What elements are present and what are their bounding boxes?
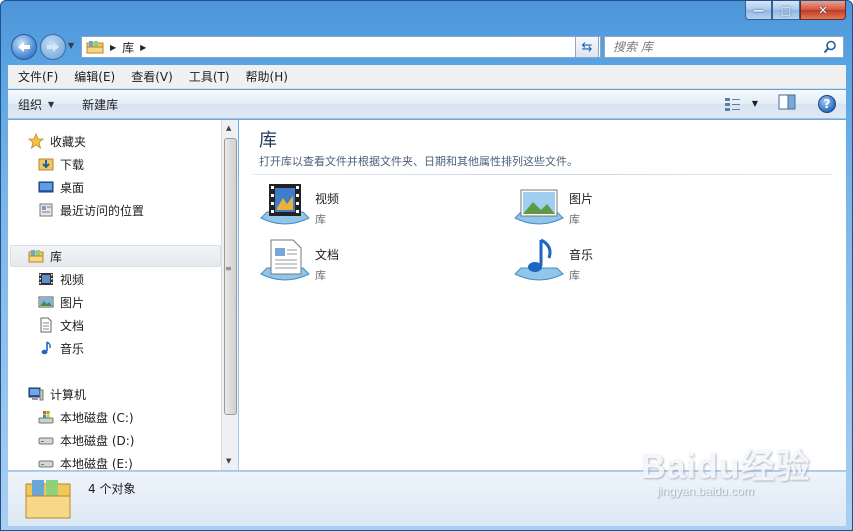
new-library-button[interactable]: 新建库 xyxy=(72,96,128,113)
tree-favorites[interactable]: 收藏夹 xyxy=(28,130,86,152)
libraries-icon xyxy=(86,41,104,54)
preview-pane-icon xyxy=(778,94,796,110)
libraries-folder-icon xyxy=(25,480,71,519)
navigation-bar: ▼ ▶ 库 ▶ ▼ ⇆ xyxy=(9,31,847,61)
navigation-scrollbar[interactable]: ▲ ≡ ▼ xyxy=(221,120,238,470)
library-type: 库 xyxy=(315,269,326,282)
tree-drive-d[interactable]: 本地磁盘 (D:) xyxy=(38,429,134,451)
tree-music[interactable]: 音乐 xyxy=(38,337,84,359)
search-box[interactable] xyxy=(604,36,844,58)
library-type: 库 xyxy=(569,269,580,282)
organize-button[interactable]: 组织 ▼ xyxy=(8,96,64,113)
breadcrumb-separator-icon[interactable]: ▶ xyxy=(110,43,116,52)
music-note-icon xyxy=(41,341,51,355)
scroll-grip-icon: ≡ xyxy=(225,264,232,273)
library-name: 视频 xyxy=(315,192,340,206)
command-bar: 组织 ▼ 新建库 ▼ ? xyxy=(8,90,846,119)
back-button[interactable] xyxy=(11,34,37,60)
library-name: 音乐 xyxy=(569,248,594,262)
watermark-logo: Baidu经验 xyxy=(641,448,811,486)
library-item-videos[interactable]: 视频 库 xyxy=(259,182,339,230)
forward-button[interactable] xyxy=(40,34,66,60)
navigation-pane: 收藏夹 下载 桌面 最近访问的位置 库 视频 图片 文档 音乐 计算机 本地磁盘… xyxy=(8,120,221,470)
item-count: 4 个对象 xyxy=(88,482,136,496)
star-icon xyxy=(28,133,44,149)
tree-drive-e[interactable]: 本地磁盘 (E:) xyxy=(38,452,133,470)
view-icon xyxy=(724,97,740,111)
new-library-label: 新建库 xyxy=(82,97,119,112)
toolbar-right: ▼ ? xyxy=(724,94,836,113)
forward-arrow-icon xyxy=(47,42,59,52)
tree-libraries[interactable]: 库 xyxy=(10,245,221,267)
downloads-folder-icon xyxy=(38,158,54,171)
close-button[interactable]: ✕ xyxy=(800,1,846,20)
tree-videos[interactable]: 视频 xyxy=(38,268,84,290)
caption-buttons: — □ ✕ xyxy=(745,1,846,20)
refresh-button[interactable]: ⇆ xyxy=(575,36,599,58)
menu-tools[interactable]: 工具(T) xyxy=(179,68,236,85)
content-pane: 库 打开库以查看文件并根据文件夹、日期和其他属性排列这些文件。 视频 库 图片 … xyxy=(239,120,846,470)
menu-edit[interactable]: 编辑(E) xyxy=(64,68,121,85)
page-description: 打开库以查看文件并根据文件夹、日期和其他属性排列这些文件。 xyxy=(259,155,578,168)
desktop-icon xyxy=(38,181,54,193)
search-icon[interactable] xyxy=(823,40,837,54)
video-library-icon xyxy=(260,184,310,225)
chevron-down-icon: ▼ xyxy=(48,99,55,109)
library-name: 图片 xyxy=(569,192,594,206)
computer-icon xyxy=(28,387,44,401)
watermark: Baidu经验 jingyan.baidu.com xyxy=(641,439,810,498)
hard-drive-icon xyxy=(38,437,54,445)
change-view-button[interactable]: ▼ xyxy=(724,97,758,111)
menu-file[interactable]: 文件(F) xyxy=(8,68,64,85)
minimize-button[interactable]: — xyxy=(745,1,772,20)
tree-pictures[interactable]: 图片 xyxy=(38,291,84,313)
menu-bar: 文件(F) 编辑(E) 查看(V) 工具(T) 帮助(H) xyxy=(8,65,846,89)
search-input[interactable] xyxy=(613,40,813,54)
library-item-documents[interactable]: 文档 库 xyxy=(259,238,339,286)
library-type: 库 xyxy=(315,213,326,226)
address-bar[interactable]: ▶ 库 ▶ ▼ xyxy=(81,36,601,58)
library-type: 库 xyxy=(569,213,580,226)
tree-recent-places[interactable]: 最近访问的位置 xyxy=(38,199,144,221)
hard-drive-icon xyxy=(38,460,54,468)
library-name: 文档 xyxy=(315,248,340,262)
tree-downloads[interactable]: 下载 xyxy=(38,153,84,175)
picture-icon xyxy=(38,296,54,308)
view-dropdown-icon[interactable]: ▼ xyxy=(752,99,758,108)
divider xyxy=(253,174,833,175)
scroll-up-icon[interactable]: ▲ xyxy=(226,124,231,132)
picture-library-icon xyxy=(514,189,564,225)
preview-pane-button[interactable] xyxy=(778,94,796,113)
maximize-button[interactable]: □ xyxy=(772,1,800,20)
organize-label: 组织 xyxy=(18,97,43,112)
tree-drive-c[interactable]: 本地磁盘 (C:) xyxy=(38,406,134,428)
scrollbar-thumb[interactable] xyxy=(224,138,237,415)
breadcrumb-libraries[interactable]: 库 xyxy=(122,39,134,56)
document-icon xyxy=(40,317,52,333)
scroll-down-icon[interactable]: ▼ xyxy=(226,457,231,465)
tree-desktop[interactable]: 桌面 xyxy=(38,176,84,198)
library-item-pictures[interactable]: 图片 库 xyxy=(513,182,593,230)
library-item-music[interactable]: 音乐 库 xyxy=(513,238,593,286)
explorer-window: — □ ✕ ▼ ▶ 库 ▶ ▼ xyxy=(0,0,853,531)
tree-documents[interactable]: 文档 xyxy=(38,314,84,336)
page-title: 库 xyxy=(259,130,277,151)
tree-computer[interactable]: 计算机 xyxy=(28,383,86,405)
menu-view[interactable]: 查看(V) xyxy=(121,68,179,85)
libraries-icon xyxy=(28,250,44,263)
refresh-icon: ⇆ xyxy=(581,39,593,55)
video-icon xyxy=(39,273,53,285)
recent-pages-dropdown-icon[interactable]: ▼ xyxy=(68,41,74,50)
back-arrow-icon xyxy=(18,42,30,52)
menu-help[interactable]: 帮助(H) xyxy=(236,68,294,85)
music-library-icon xyxy=(514,238,564,281)
recent-places-icon xyxy=(39,203,53,217)
breadcrumb-separator-icon[interactable]: ▶ xyxy=(140,43,146,52)
system-drive-icon xyxy=(38,411,54,424)
help-button[interactable]: ? xyxy=(818,94,836,113)
document-library-icon xyxy=(260,239,310,281)
